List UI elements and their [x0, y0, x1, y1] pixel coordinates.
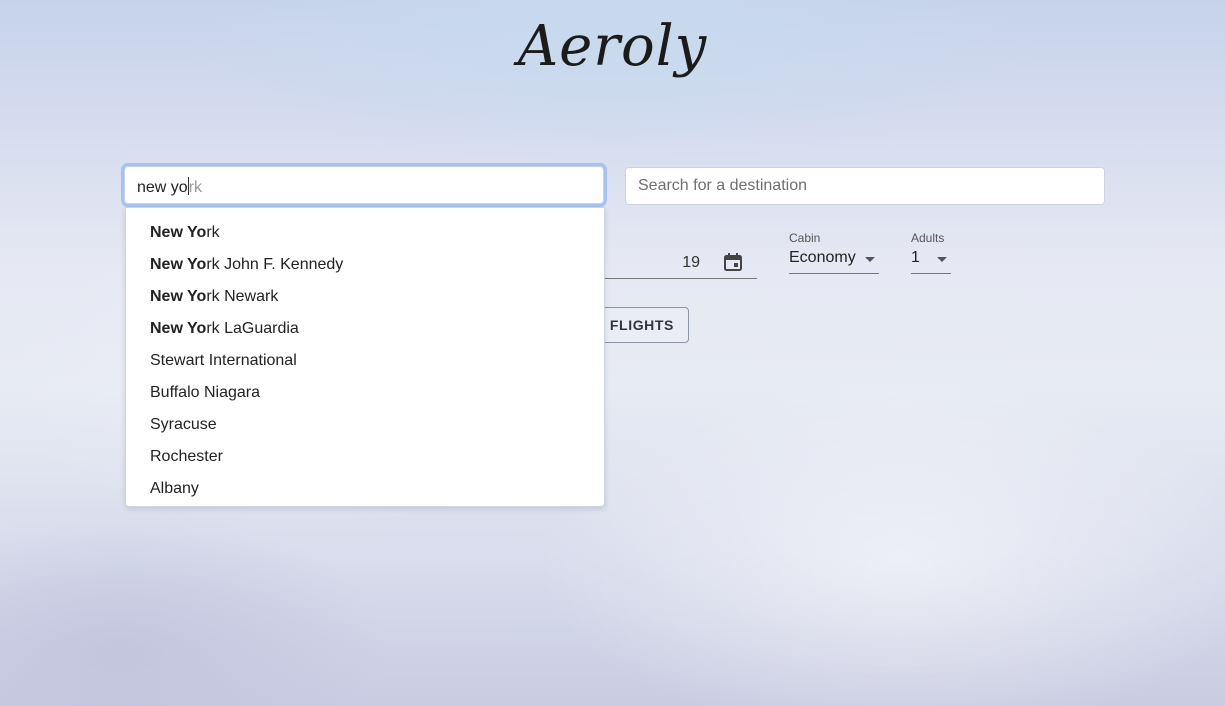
caret-down-icon	[865, 257, 875, 262]
suggestion-item[interactable]: Albany	[126, 473, 604, 505]
origin-autocomplete-hint: rk	[188, 179, 203, 196]
suggestion-rest: rk Newark	[206, 288, 279, 305]
suggestion-rest: Syracuse	[150, 416, 217, 433]
suggestion-match: New Yo	[150, 320, 207, 337]
calendar-icon[interactable]	[723, 252, 743, 272]
suggestion-item[interactable]: New York	[126, 217, 604, 249]
cabin-value: Economy	[789, 249, 856, 266]
origin-input[interactable]: new york	[124, 166, 604, 204]
suggestion-item[interactable]: Rochester	[126, 441, 604, 473]
suggestion-rest: Rochester	[150, 448, 223, 465]
adults-value: 1	[911, 249, 920, 266]
suggestion-match: New Yo	[150, 256, 207, 273]
cabin-select[interactable]: Cabin Economy	[789, 231, 879, 275]
suggestion-rest: Stewart International	[150, 352, 297, 369]
destination-input[interactable]	[625, 167, 1105, 205]
origin-suggestions-dropdown: New York New York John F. Kennedy New Yo…	[125, 207, 605, 507]
adults-select[interactable]: Adults 1	[911, 231, 951, 275]
brand-logo: Aeroly	[517, 14, 708, 79]
suggestion-match: New Yo	[150, 224, 207, 241]
suggestion-match: New Yo	[150, 288, 207, 305]
origin-typed-text: new yo	[137, 179, 188, 196]
suggestion-item[interactable]: Buffalo Niagara	[126, 377, 604, 409]
suggestion-item[interactable]: New York John F. Kennedy	[126, 249, 604, 281]
suggestion-rest: rk John F. Kennedy	[206, 256, 344, 273]
cabin-label: Cabin	[789, 231, 821, 245]
suggestion-item[interactable]: Stewart International	[126, 345, 604, 377]
caret-down-icon	[937, 257, 947, 262]
suggestion-item[interactable]: New York LaGuardia	[126, 313, 604, 345]
suggestion-rest: rk	[206, 224, 220, 241]
adults-label: Adults	[911, 231, 945, 245]
suggestion-rest: Albany	[150, 480, 199, 497]
suggestion-item[interactable]: Syracuse	[126, 409, 604, 441]
suggestion-rest: rk LaGuardia	[206, 320, 299, 337]
suggestion-rest: Buffalo Niagara	[150, 384, 260, 401]
suggestion-item[interactable]: New York Newark	[126, 281, 604, 313]
